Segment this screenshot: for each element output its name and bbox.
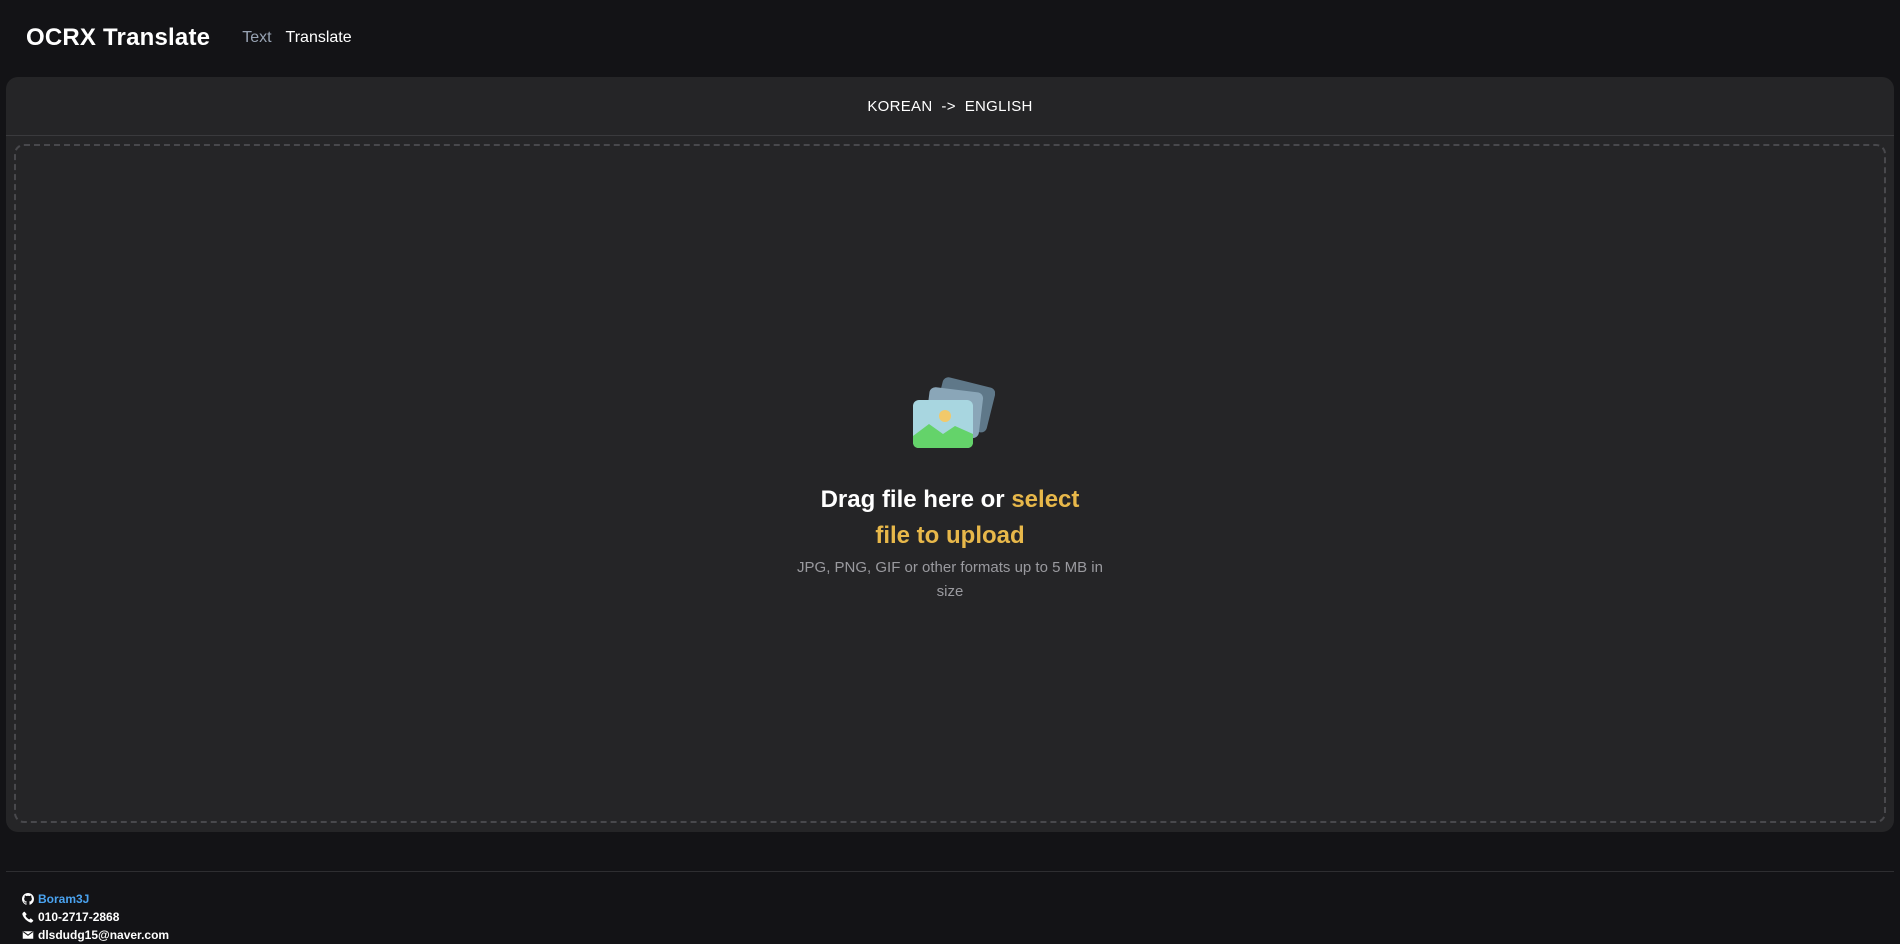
site-footer: Boram3J 010-2717-2868 dlsdudg15@naver.co…: [6, 871, 1894, 944]
image-stack-icon: [913, 377, 995, 448]
language-selector-bar[interactable]: KOREAN -> ENGLISH: [6, 77, 1894, 136]
main-nav: Text Translate: [242, 29, 351, 47]
nav-link-translate[interactable]: Translate: [286, 29, 352, 47]
target-language[interactable]: ENGLISH: [965, 98, 1033, 115]
top-navbar: OCRX Translate Text Translate: [0, 0, 1900, 76]
dropzone-content: Drag file here or select file to upload …: [790, 376, 1110, 604]
file-dropzone[interactable]: Drag file here or select file to upload …: [14, 144, 1886, 823]
dropzone-title-prefix: Drag file here or: [820, 486, 1012, 513]
nav-link-text[interactable]: Text: [242, 29, 271, 47]
footer-phone-row: 010-2717-2868: [22, 908, 1894, 926]
mail-icon: [22, 930, 34, 940]
app-brand[interactable]: OCRX Translate: [26, 24, 210, 52]
footer-email-row: dlsdudg15@naver.com: [22, 926, 1894, 944]
footer-github-row: Boram3J: [22, 890, 1894, 908]
language-arrow: ->: [941, 97, 956, 115]
github-icon: [22, 893, 34, 905]
github-link[interactable]: Boram3J: [38, 892, 89, 906]
translate-panel: KOREAN -> ENGLISH Drag file here or sele…: [6, 77, 1894, 832]
dropzone-title: Drag file here or select file to upload: [800, 482, 1100, 554]
email-address: dlsdudg15@naver.com: [38, 928, 170, 942]
phone-icon: [22, 911, 34, 923]
phone-number: 010-2717-2868: [38, 910, 120, 924]
source-language[interactable]: KOREAN: [867, 98, 932, 115]
dropzone-subtitle: JPG, PNG, GIF or other formats up to 5 M…: [797, 559, 1103, 600]
